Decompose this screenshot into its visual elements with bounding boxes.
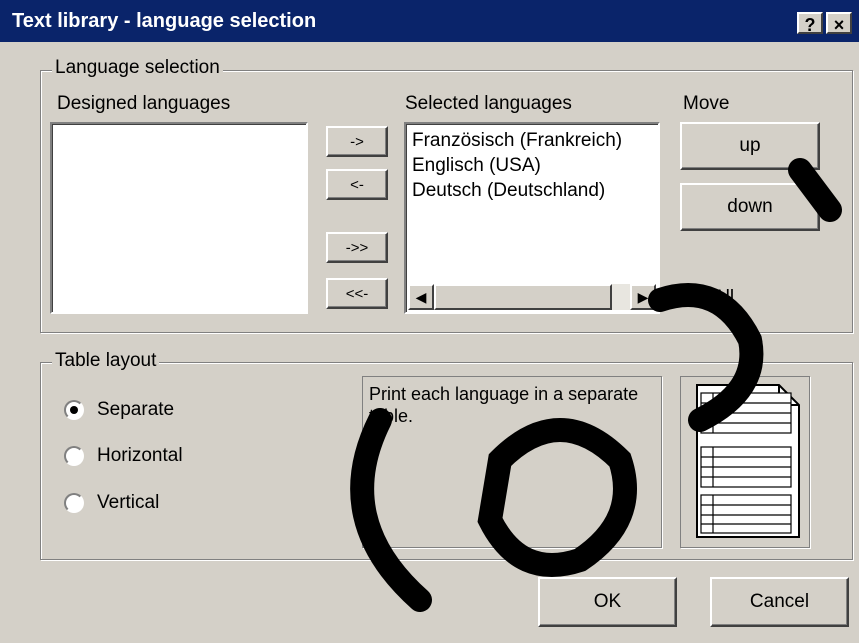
selected-languages-label: Selected languages [405,93,572,114]
remove-language-button[interactable]: <- [326,169,388,200]
all-checkbox-label: All [713,287,735,308]
layout-preview [680,376,810,548]
scroll-right-icon[interactable]: ▶ [630,284,656,310]
radio-separate[interactable] [64,400,84,420]
selected-languages-items: Französisch (Frankreich) Englisch (USA) … [406,124,658,203]
language-selection-legend: Language selection [52,57,223,79]
move-label: Move [683,93,730,114]
add-language-label: -> [350,133,364,150]
remove-language-label: <- [350,176,364,193]
all-checkbox[interactable]: ✓ [683,287,703,307]
remove-all-languages-button[interactable]: <<- [326,278,388,309]
remove-all-label: <<- [345,285,369,302]
designed-languages-list[interactable] [50,122,308,314]
scroll-thumb[interactable] [434,284,612,310]
dialog-window: Text library - language selection ? × La… [0,0,859,643]
move-down-label: down [727,196,773,217]
title-bar[interactable]: Text library - language selection ? × [0,0,859,42]
move-up-button[interactable]: up [680,122,820,170]
ok-button[interactable]: OK [538,577,677,627]
add-all-languages-button[interactable]: ->> [326,232,388,263]
radio-horizontal-label: Horizontal [97,445,183,466]
list-item[interactable]: Deutsch (Deutschland) [406,178,658,203]
list-item[interactable]: Französisch (Frankreich) [406,128,658,153]
radio-vertical-label: Vertical [97,492,160,513]
scroll-left-icon[interactable]: ◀ [408,284,434,310]
ok-label: OK [593,591,622,612]
horizontal-scrollbar[interactable]: ◀ ▶ [408,284,656,310]
cancel-button[interactable]: Cancel [710,577,849,627]
move-up-label: up [739,135,761,156]
list-item[interactable]: Englisch (USA) [406,153,658,178]
add-language-button[interactable]: -> [326,126,388,157]
window-title: Text library - language selection [12,10,317,32]
table-layout-legend: Table layout [52,350,160,372]
selected-languages-list[interactable]: Französisch (Frankreich) Englisch (USA) … [404,122,660,314]
radio-horizontal[interactable] [64,446,84,466]
add-all-label: ->> [345,239,369,256]
cancel-label: Cancel [749,591,810,612]
document-tables-icon [696,384,800,538]
radio-selected-dot-icon [70,406,78,414]
close-button[interactable]: × [826,12,852,35]
designed-languages-label: Designed languages [57,93,231,114]
help-button[interactable]: ? [797,12,823,35]
layout-description: Print each language in a separate table. [362,376,662,548]
radio-vertical[interactable] [64,493,84,513]
move-down-button[interactable]: down [680,183,820,231]
radio-separate-label: Separate [97,399,175,420]
